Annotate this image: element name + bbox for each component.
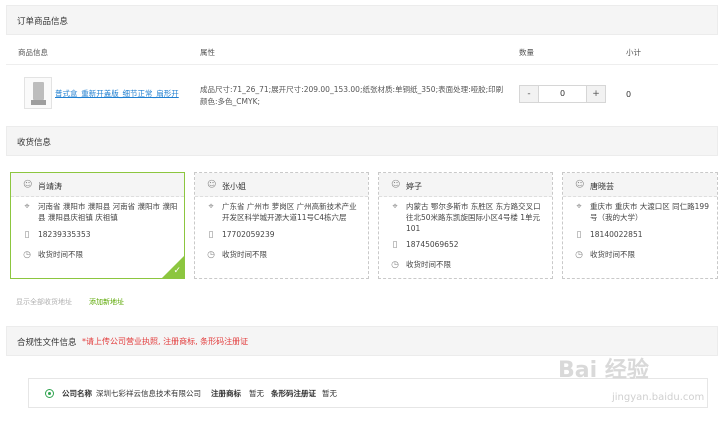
quantity-input[interactable]: 0 <box>538 86 587 102</box>
increment-button[interactable]: + <box>587 86 605 102</box>
product-image-box <box>33 82 44 100</box>
col-product-info: 商品信息 <box>18 48 48 57</box>
address-section-title: 收货信息 <box>17 138 52 148</box>
location-icon: ⌖ <box>392 202 398 212</box>
barcode-value: 暂无 <box>322 389 337 398</box>
delivery-time: 收货时间不限 <box>38 250 83 259</box>
clock-icon: ◷ <box>575 250 583 260</box>
person-icon: ☺ <box>23 180 33 190</box>
address-card-3[interactable]: ☺ 婷子 ⌖ 内蒙古 鄂尔多斯市 东胜区 东方路交叉口往北50米路东凯旋国际小区… <box>378 172 553 279</box>
recipient-address: 河南省 濮阳市 濮阳县 河南省 濮阳市 濮阳县 濮阳县庆祖镇 庆祖镇 <box>38 202 178 222</box>
col-attributes: 属性 <box>200 48 215 57</box>
col-subtotal: 小计 <box>626 48 641 57</box>
recipient-phone: 18745069652 <box>406 240 459 249</box>
company-name: 深圳七彩祥云信息技术有限公司 <box>96 389 201 398</box>
phone-icon: ▯ <box>392 240 398 250</box>
add-address-link[interactable]: 添加新地址 <box>89 297 124 307</box>
watermark-logo: Bai 经验 <box>558 358 649 383</box>
recipient-phone: 17702059239 <box>222 230 275 239</box>
address-card-header <box>195 173 368 197</box>
decrement-button[interactable]: - <box>520 86 538 102</box>
divider <box>6 64 718 65</box>
trademark-label: 注册商标 <box>211 389 241 398</box>
recipient-phone: 18140022851 <box>590 230 643 239</box>
person-icon: ☺ <box>207 180 217 190</box>
order-section-title: 订单商品信息 <box>17 17 69 27</box>
quantity-stepper[interactable]: - 0 + <box>519 85 606 103</box>
subtotal-value: 0 <box>626 90 632 99</box>
delivery-time: 收货时间不限 <box>590 250 635 259</box>
show-all-addresses-link[interactable]: 显示全部收货地址 <box>16 297 72 307</box>
address-section-header: 收货信息 <box>6 126 718 156</box>
location-icon: ⌖ <box>24 202 30 212</box>
company-radio[interactable] <box>45 389 54 398</box>
product-name-link[interactable]: 普式盒_重新开盖版_细节正常_扇形开 <box>55 88 179 99</box>
recipient-address: 重庆市 重庆市 大渡口区 同仁路199号（我的大学） <box>590 202 709 222</box>
recipient-name: 肖靖涛 <box>38 182 62 191</box>
recipient-phone: 18239335353 <box>38 230 91 239</box>
product-attributes: 成品尺寸:71_26_71;展开尺寸:209.00_153.00;纸张材质:单铜… <box>200 85 504 106</box>
watermark-url: jingyan.baidu.com <box>612 392 705 403</box>
address-card-header <box>11 173 184 197</box>
product-image-base <box>31 100 46 105</box>
trademark-value: 暂无 <box>249 389 264 398</box>
clock-icon: ◷ <box>391 260 399 270</box>
recipient-address: 广东省 广州市 萝岗区 广州高新技术产业开发区科学城开源大道11号C4栋六层 <box>222 202 357 222</box>
delivery-time: 收货时间不限 <box>406 260 451 269</box>
delivery-time: 收货时间不限 <box>222 250 267 259</box>
product-thumbnail[interactable] <box>24 77 52 109</box>
phone-icon: ▯ <box>208 230 214 240</box>
clock-icon: ◷ <box>23 250 31 260</box>
address-card-header <box>379 173 552 197</box>
recipient-name: 张小姐 <box>222 182 246 191</box>
address-card-2[interactable]: ☺ 张小姐 ⌖ 广东省 广州市 萝岗区 广州高新技术产业开发区科学城开源大道11… <box>194 172 369 279</box>
phone-icon: ▯ <box>576 230 582 240</box>
upload-notice: *请上传公司营业执照, 注册商标, 条形码注册证 <box>82 337 249 346</box>
location-icon: ⌖ <box>576 202 582 212</box>
check-icon: ✓ <box>173 266 181 276</box>
recipient-name: 婷子 <box>406 182 422 191</box>
phone-icon: ▯ <box>24 230 30 240</box>
company-label: 公司名称 <box>62 389 92 398</box>
clock-icon: ◷ <box>207 250 215 260</box>
person-icon: ☺ <box>391 180 401 190</box>
address-card-header <box>563 173 717 197</box>
col-quantity: 数量 <box>519 48 534 57</box>
address-card-4[interactable]: ☺ 唐晓芸 ⌖ 重庆市 重庆市 大渡口区 同仁路199号（我的大学） ▯ 181… <box>562 172 718 279</box>
person-icon: ☺ <box>575 180 585 190</box>
compliance-section-title: 合规性文件信息 <box>17 338 77 348</box>
location-icon: ⌖ <box>208 202 214 212</box>
address-card-1[interactable]: ☺ 肖靖涛 ⌖ 河南省 濮阳市 濮阳县 河南省 濮阳市 濮阳县 濮阳县庆祖镇 庆… <box>10 172 185 279</box>
order-section-header: 订单商品信息 <box>6 5 718 35</box>
recipient-address: 内蒙古 鄂尔多斯市 东胜区 东方路交叉口往北50米路东凯旋国际小区4号楼 1单元… <box>406 202 541 233</box>
barcode-label: 条形码注册证 <box>271 389 316 398</box>
recipient-name: 唐晓芸 <box>590 182 614 191</box>
